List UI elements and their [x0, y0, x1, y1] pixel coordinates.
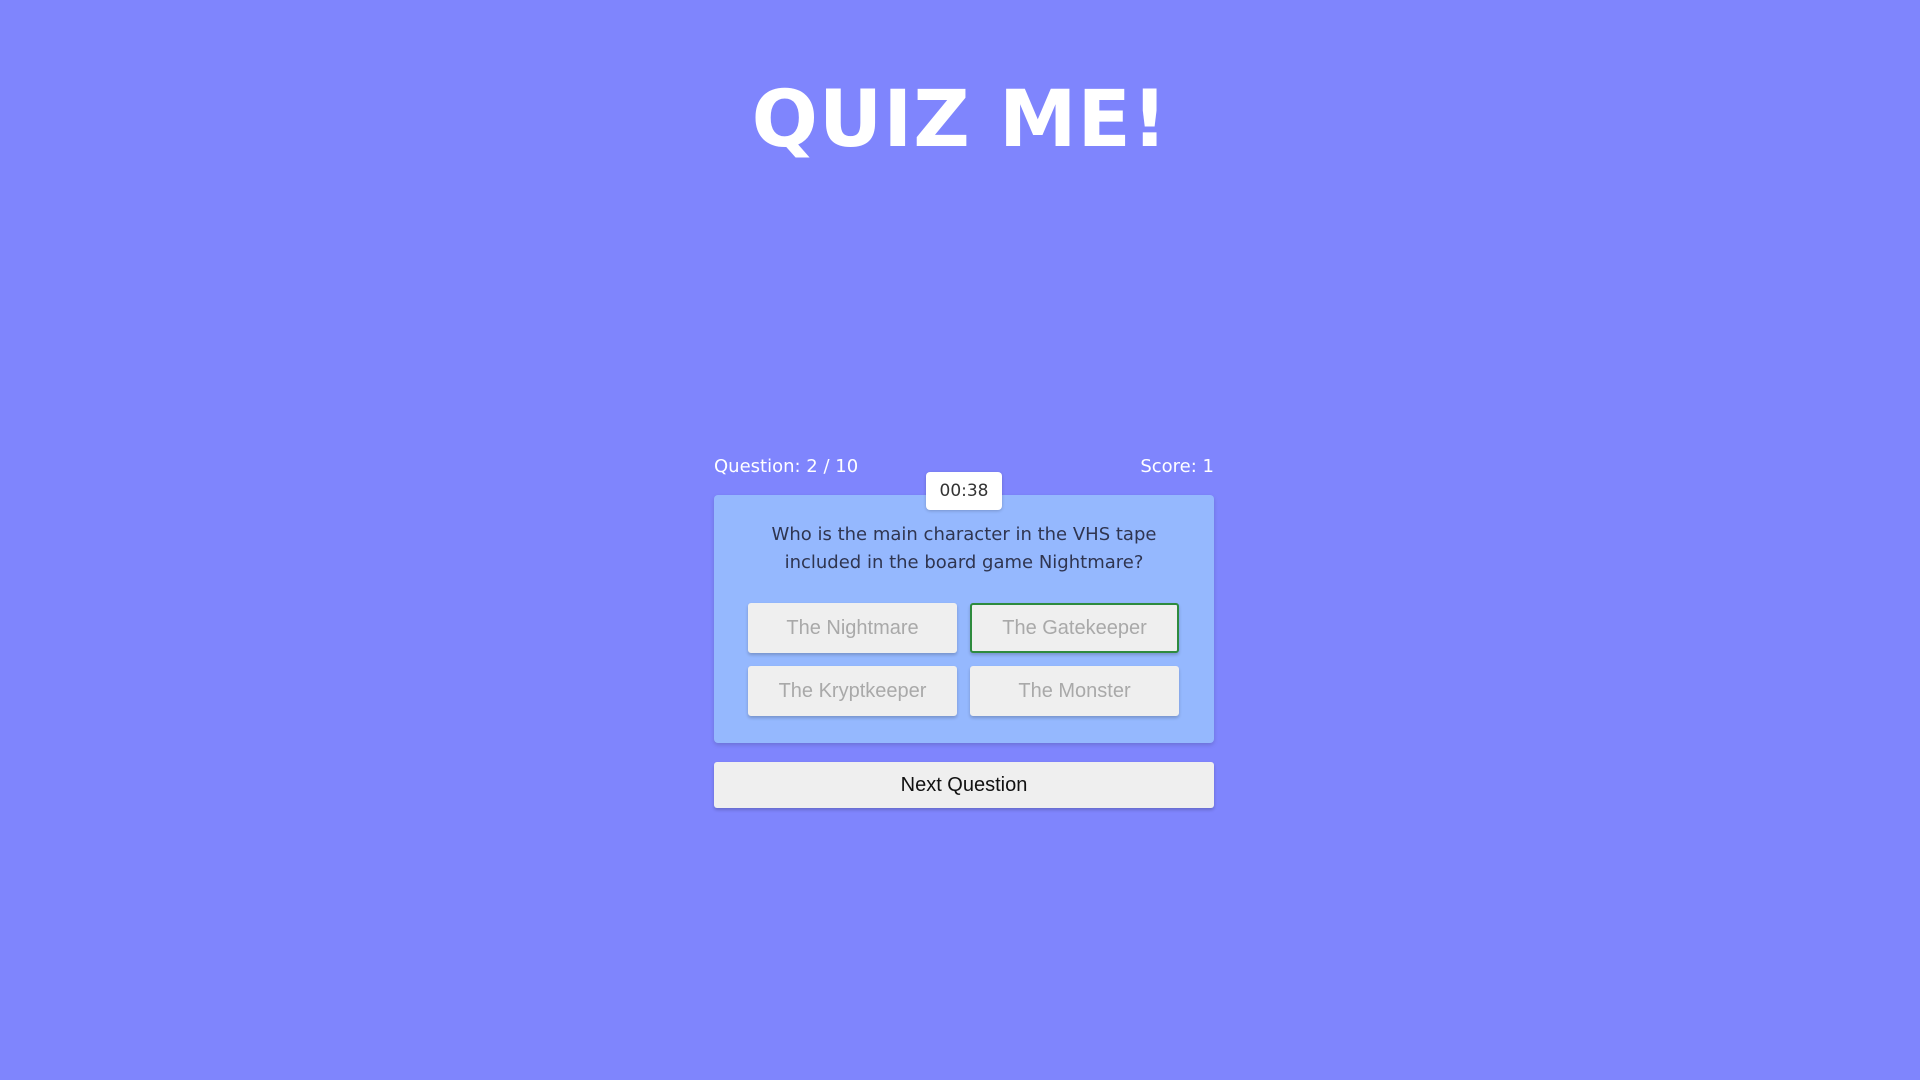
answer-button[interactable]: The Nightmare: [748, 603, 957, 653]
answer-button-selected[interactable]: The Gatekeeper: [970, 603, 1179, 653]
next-question-button[interactable]: Next Question: [714, 762, 1214, 808]
timer-badge: 00:38: [926, 472, 1002, 510]
score-display: Score: 1: [1140, 456, 1214, 477]
app-title: QUIZ ME!: [751, 75, 1169, 165]
question-counter: Question: 2 / 10: [714, 456, 859, 477]
answer-button[interactable]: The Kryptkeeper: [748, 666, 957, 716]
question-card: Who is the main character in the VHS tap…: [714, 495, 1214, 743]
quiz-page: QUIZ ME! Question: 2 / 10 Score: 1 00:38…: [0, 0, 1920, 1080]
question-text: Who is the main character in the VHS tap…: [771, 524, 1157, 573]
quiz-container: Question: 2 / 10 Score: 1 00:38 Who is t…: [714, 452, 1214, 808]
answer-button[interactable]: The Monster: [970, 666, 1179, 716]
